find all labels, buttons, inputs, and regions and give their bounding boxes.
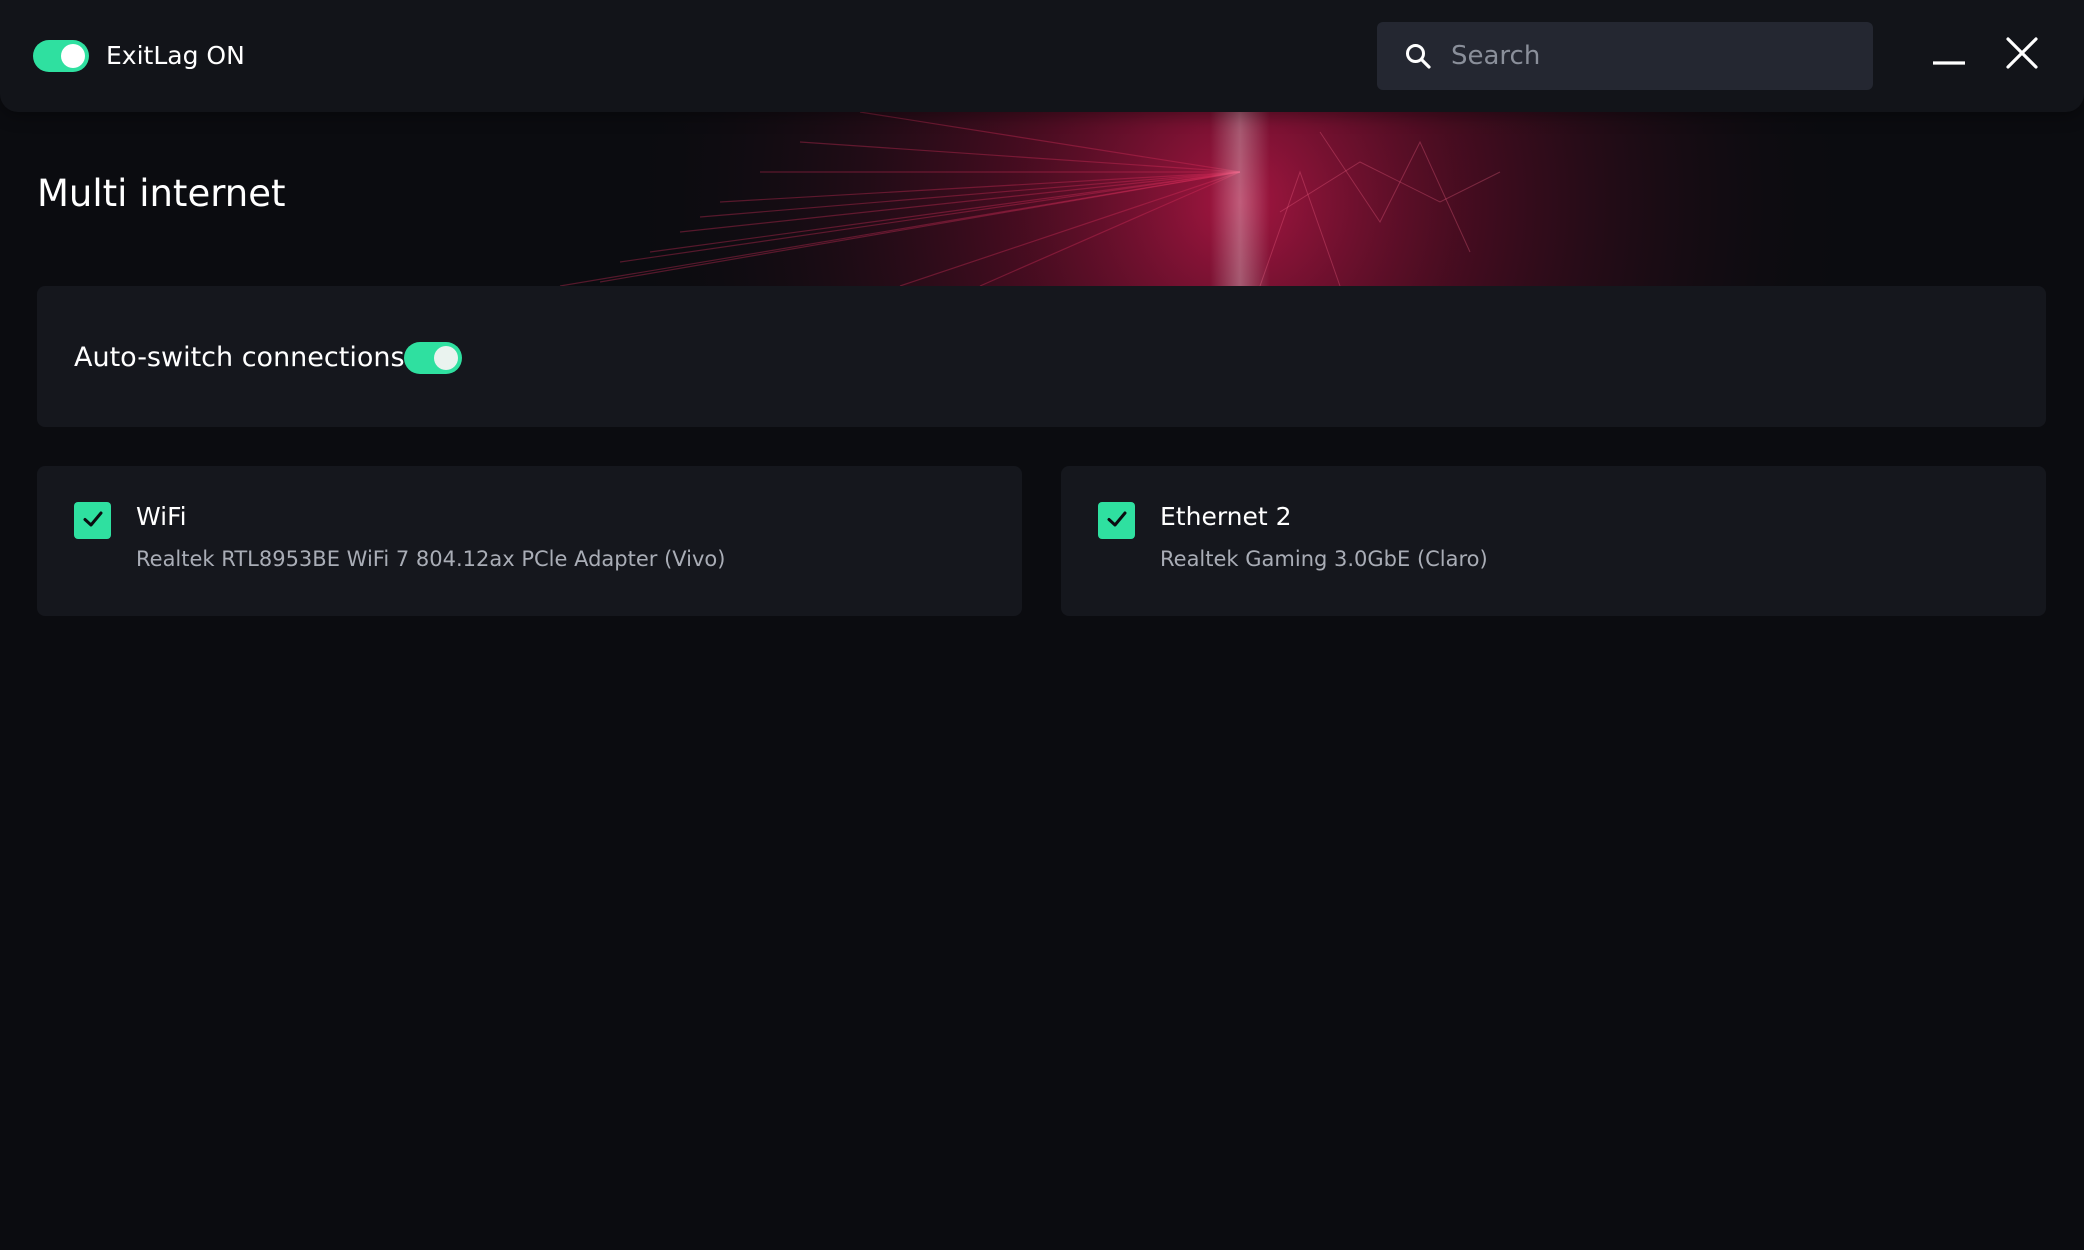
minimize-icon — [1932, 36, 1966, 74]
connection-name: Ethernet 2 — [1160, 502, 1292, 531]
auto-switch-label: Auto-switch connections — [74, 342, 405, 373]
hero-banner — [0, 112, 2084, 286]
title-bar: ExitLag ON — [0, 0, 2084, 112]
close-button[interactable] — [1995, 28, 2049, 82]
checkmark-icon — [81, 507, 105, 535]
minimize-button[interactable] — [1922, 28, 1976, 82]
connection-adapter: Realtek Gaming 3.0GbE (Claro) — [1160, 547, 1488, 571]
toggle-knob — [434, 346, 458, 370]
page-title: Multi internet — [37, 172, 286, 215]
connection-name: WiFi — [136, 502, 187, 531]
search-input[interactable] — [1449, 25, 1853, 87]
connection-adapter: Realtek RTL8953BE WiFi 7 804.12ax PCle A… — [136, 547, 726, 571]
auto-switch-card: Auto-switch connections — [37, 286, 2046, 427]
auto-switch-toggle[interactable] — [404, 342, 462, 374]
close-icon — [2005, 36, 2039, 74]
checkmark-icon — [1105, 507, 1129, 535]
toggle-knob — [61, 44, 85, 68]
connection-checkbox-wifi[interactable] — [74, 502, 111, 539]
exitlag-power-toggle[interactable] — [33, 40, 89, 72]
search-icon — [1403, 41, 1433, 71]
connection-card-wifi: WiFi Realtek RTL8953BE WiFi 7 804.12ax P… — [37, 466, 1022, 616]
app-status-label: ExitLag ON — [106, 41, 245, 70]
search-box[interactable] — [1377, 22, 1873, 90]
connection-card-ethernet-2: Ethernet 2 Realtek Gaming 3.0GbE (Claro) — [1061, 466, 2046, 616]
connection-checkbox-ethernet-2[interactable] — [1098, 502, 1135, 539]
